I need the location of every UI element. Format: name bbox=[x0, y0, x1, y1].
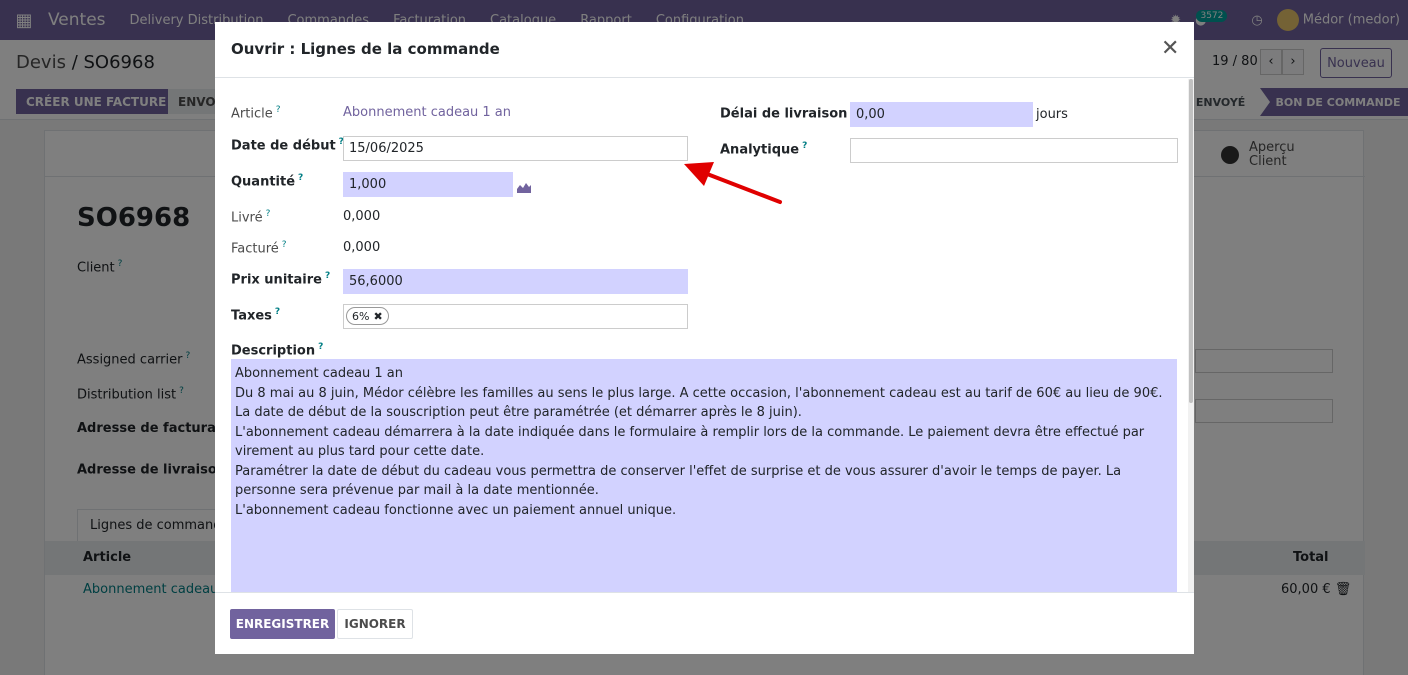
description-textarea[interactable]: Abonnement cadeau 1 an Du 8 mai au 8 jui… bbox=[231, 359, 1177, 593]
description-label: Description? bbox=[231, 342, 324, 359]
description-line: Du 8 mai au 8 juin, Médor célèbre les fa… bbox=[235, 385, 1163, 401]
unit-price-label: Prix unitaire? bbox=[231, 271, 331, 288]
discard-button[interactable]: IGNORER bbox=[337, 609, 413, 639]
description-line: L'abonnement cadeau démarrera à la date … bbox=[235, 424, 1149, 460]
analytic-input[interactable] bbox=[850, 138, 1178, 163]
description-line: La date de début de la souscription peut… bbox=[235, 405, 802, 420]
delivered-value: 0,000 bbox=[343, 209, 381, 224]
scrollbar-thumb[interactable] bbox=[1189, 79, 1193, 403]
taxes-input[interactable]: 6% ✖ bbox=[343, 304, 688, 329]
forecast-chart-icon[interactable] bbox=[517, 181, 531, 193]
unit-price-input[interactable]: 56,6000 bbox=[343, 269, 688, 294]
lead-time-unit: jours bbox=[1036, 107, 1068, 122]
dialog-title: Ouvrir : Lignes de la commande bbox=[231, 40, 500, 58]
order-line-dialog: Ouvrir : Lignes de la commande ✕ Article… bbox=[215, 22, 1194, 654]
invoiced-value: 0,000 bbox=[343, 240, 381, 255]
description-line: Abonnement cadeau 1 an bbox=[235, 366, 404, 381]
dialog-footer: ENREGISTRER IGNORER bbox=[215, 592, 1194, 654]
article-value[interactable]: Abonnement cadeau 1 an bbox=[343, 105, 511, 120]
start-date-input[interactable]: 15/06/2025 bbox=[343, 136, 688, 161]
close-icon[interactable]: ✕ bbox=[1161, 36, 1179, 61]
quantity-label: Quantité? bbox=[231, 173, 304, 190]
delivered-label: Livré? bbox=[231, 209, 271, 226]
invoiced-label: Facturé? bbox=[231, 240, 287, 257]
lead-time-input[interactable]: 0,00 bbox=[850, 102, 1033, 127]
save-button[interactable]: ENREGISTRER bbox=[230, 609, 335, 639]
description-line: L'abonnement cadeau fonctionne avec un p… bbox=[235, 502, 677, 518]
tax-tag-label: 6% bbox=[352, 309, 370, 323]
tax-tag: 6% ✖ bbox=[346, 307, 389, 325]
dialog-scrollbar[interactable] bbox=[1188, 79, 1194, 593]
quantity-input[interactable]: 1,000 bbox=[343, 172, 513, 197]
start-date-label: Date de début? bbox=[231, 137, 344, 154]
lead-time-label: Délai de livraison? bbox=[720, 105, 856, 122]
annotation-arrow-icon bbox=[684, 162, 782, 204]
taxes-label: Taxes? bbox=[231, 307, 281, 324]
article-label: Article? bbox=[231, 105, 281, 122]
description-line: Paramétrer la date de début du cadeau vo… bbox=[235, 463, 1126, 499]
remove-tag-icon[interactable]: ✖ bbox=[373, 310, 382, 323]
dialog-header: Ouvrir : Lignes de la commande ✕ bbox=[215, 22, 1194, 78]
